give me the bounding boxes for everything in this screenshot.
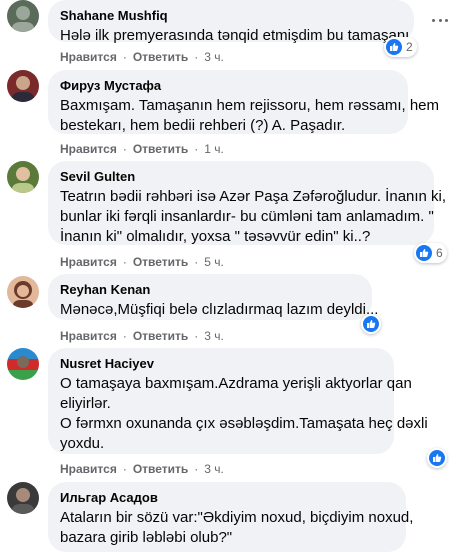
- comment-author[interactable]: Reyhan Kenan: [60, 281, 360, 298]
- comment-time[interactable]: 3 ч.: [204, 50, 224, 64]
- reaction-summary[interactable]: [427, 448, 447, 468]
- like-button[interactable]: Нравится: [60, 255, 117, 269]
- comment-author[interactable]: Sevil Gulten: [60, 168, 422, 185]
- avatar[interactable]: [7, 276, 39, 308]
- comment-bubble: Nusret Haciyev O tamaşaya baxmışam.Azdra…: [48, 348, 428, 454]
- comment-bubble: Фируз Мустафа Baxmışam. Tamaşanın hem re…: [48, 70, 440, 134]
- comment-author[interactable]: Фируз Мустафа: [60, 77, 396, 94]
- comment-time[interactable]: 1 ч.: [204, 142, 224, 156]
- comment-text: Ataların bir sözü var:"Əkdiyim noxud, bi…: [60, 509, 414, 546]
- comment-actions: Нравится · Ответить · 1 ч.: [60, 142, 224, 156]
- like-button[interactable]: Нравится: [60, 50, 117, 64]
- comment-bubble: Shahane Mushfiq Hələ ilk premyerasında t…: [48, 0, 414, 44]
- comment-actions: Нравится · Ответить · 3 ч.: [60, 329, 224, 343]
- comment-author[interactable]: Ильгар Асадов: [60, 489, 394, 506]
- comment-bubble: Reyhan Kenan Mənəcə,Müşfiqi belə clızlad…: [48, 274, 379, 320]
- reply-button[interactable]: Ответить: [133, 329, 188, 343]
- like-reaction-icon: [386, 39, 402, 55]
- reaction-summary[interactable]: 6: [414, 243, 447, 263]
- like-button[interactable]: Нравится: [60, 462, 117, 476]
- like-reaction-icon: [429, 450, 445, 466]
- more-options-icon[interactable]: [432, 12, 448, 28]
- comment-time[interactable]: 3 ч.: [204, 329, 224, 343]
- reaction-summary[interactable]: [361, 314, 381, 334]
- reply-button[interactable]: Ответить: [133, 255, 188, 269]
- comment-text: Teatrın bədii rəhbəri isə Azər Paşa Zəfə…: [60, 188, 447, 245]
- comment-bubble: Sevil Gulten Teatrın bədii rəhbəri isə A…: [48, 161, 447, 245]
- avatar[interactable]: [7, 70, 39, 102]
- comment-author[interactable]: Nusret Haciyev: [60, 355, 382, 372]
- comment-bubble: Ильгар Асадов Ataların bir sözü var:"Əkd…: [48, 482, 414, 552]
- comment-text: Mənəcə,Müşfiqi belə clızladırmaq lazım d…: [60, 301, 379, 318]
- comment-text: Hələ ilk premyerasında tənqid etmişdim b…: [60, 27, 410, 44]
- avatar[interactable]: [7, 0, 39, 32]
- comment-text: O tamaşaya baxmışam.Azdrama yerişli akty…: [60, 375, 428, 452]
- comment-author[interactable]: Shahane Mushfiq: [60, 7, 402, 24]
- like-reaction-icon: [363, 316, 379, 332]
- reply-button[interactable]: Ответить: [133, 462, 188, 476]
- avatar[interactable]: [7, 348, 39, 380]
- reaction-count: 2: [406, 40, 413, 54]
- reply-button[interactable]: Ответить: [133, 142, 188, 156]
- reply-button[interactable]: Ответить: [133, 50, 188, 64]
- comment-time[interactable]: 3 ч.: [204, 462, 224, 476]
- like-button[interactable]: Нравится: [60, 329, 117, 343]
- comment-text: Baxmışam. Tamaşanın hem rejissoru, hem r…: [60, 97, 440, 134]
- comment-actions: Нравится · Ответить · 5 ч.: [60, 255, 224, 269]
- avatar[interactable]: [7, 482, 39, 514]
- comment-actions: Нравится · Ответить · 3 ч.: [60, 50, 224, 64]
- reaction-count: 6: [436, 246, 443, 260]
- comment-actions: Нравится · Ответить · 3 ч.: [60, 462, 224, 476]
- reaction-summary[interactable]: 2: [384, 37, 417, 57]
- like-reaction-icon: [416, 245, 432, 261]
- comment-time[interactable]: 5 ч.: [204, 255, 224, 269]
- avatar[interactable]: [7, 161, 39, 193]
- like-button[interactable]: Нравится: [60, 142, 117, 156]
